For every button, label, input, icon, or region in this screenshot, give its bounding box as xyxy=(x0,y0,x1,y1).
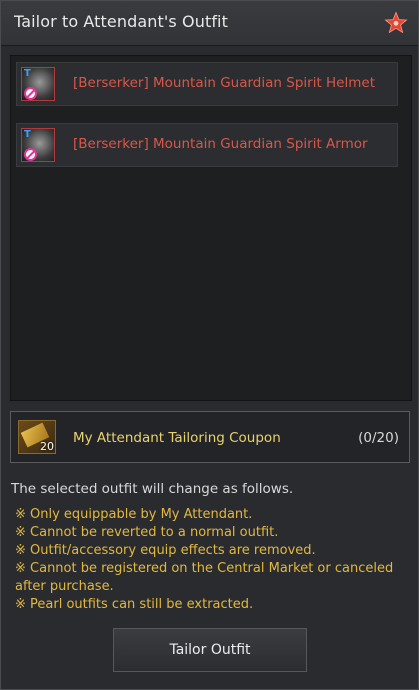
star-icon[interactable] xyxy=(384,11,408,35)
restricted-icon xyxy=(24,87,37,100)
type-badge: T xyxy=(24,129,31,140)
note-item: ※ Cannot be reverted to a normal outfit. xyxy=(15,525,279,540)
note-item: ※ Only equippable by My Attendant. xyxy=(15,507,253,522)
restricted-icon xyxy=(24,148,37,161)
title-bar[interactable]: Tailor to Attendant's Outfit xyxy=(1,1,418,46)
window-title: Tailor to Attendant's Outfit xyxy=(14,12,228,31)
helmet-icon: T xyxy=(21,67,55,101)
armor-icon: T xyxy=(21,128,55,162)
outfit-item-label: [Berserker] Mountain Guardian Spirit Arm… xyxy=(73,136,368,152)
note-item: ※ Pearl outfits can still be extracted. xyxy=(15,597,254,612)
coupon-icon: 20 xyxy=(18,420,56,454)
outfit-item-armor[interactable]: T [Berserker] Mountain Guardian Spirit A… xyxy=(16,123,398,167)
note-item: ※ Cannot be registered on the Central Ma… xyxy=(15,561,394,594)
coupon-icon-count: 20 xyxy=(40,440,54,453)
tailor-outfit-window: Tailor to Attendant's Outfit T [Berserke… xyxy=(0,0,419,690)
coupon-quantity: (0/20) xyxy=(358,430,399,446)
outfit-item-label: [Berserker] Mountain Guardian Spirit Hel… xyxy=(73,75,375,91)
change-description: The selected outfit will change as follo… xyxy=(11,481,294,497)
star-icon-graphic xyxy=(384,11,408,34)
coupon-row[interactable]: 20 My Attendant Tailoring Coupon (0/20) xyxy=(10,411,410,463)
type-badge: T xyxy=(24,68,31,79)
tailor-outfit-button[interactable]: Tailor Outfit xyxy=(113,628,307,672)
outfit-item-helmet[interactable]: T [Berserker] Mountain Guardian Spirit H… xyxy=(16,62,398,106)
outfit-list: T [Berserker] Mountain Guardian Spirit H… xyxy=(10,55,412,401)
note-item: ※ Outfit/accessory equip effects are rem… xyxy=(15,543,316,558)
coupon-name: My Attendant Tailoring Coupon xyxy=(73,430,281,446)
notes-list: ※ Only equippable by My Attendant. ※ Can… xyxy=(15,506,410,614)
